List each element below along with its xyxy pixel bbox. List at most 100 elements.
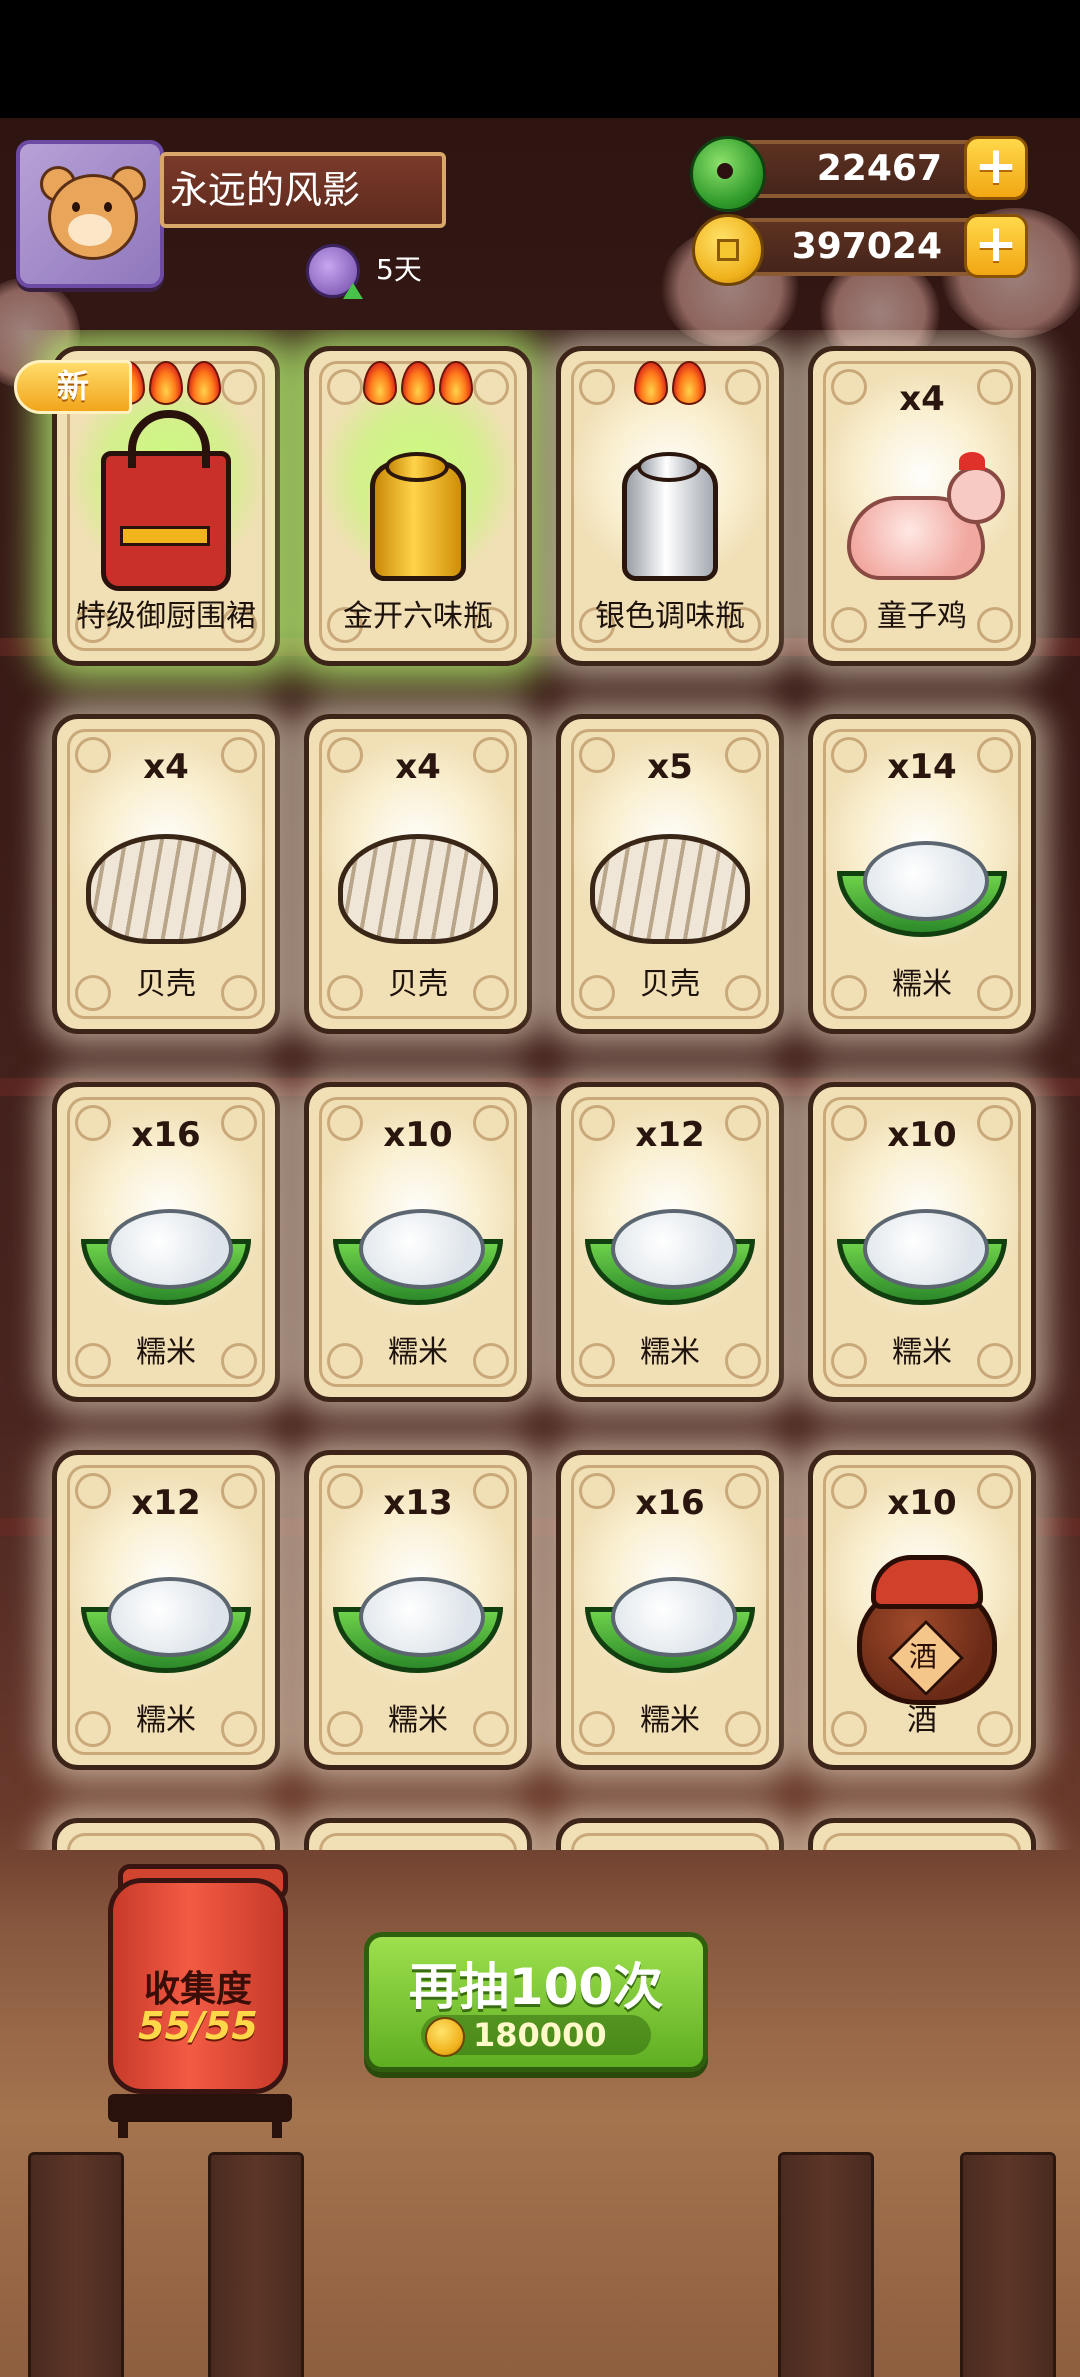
item-name: 酒 (907, 1703, 937, 1738)
item-name: 贝壳 (388, 967, 448, 1002)
collection-progress: 55/55 (138, 2004, 258, 2048)
item-card[interactable]: x10 酒酒 (808, 1450, 1036, 1770)
wine-jar-icon: 酒 (857, 1555, 997, 1705)
coin-icon (425, 2017, 465, 2057)
item-card[interactable]: x10 糯米 (808, 1082, 1036, 1402)
flame-icon (363, 361, 397, 405)
flame-icon (187, 361, 221, 405)
rarity-flames (561, 361, 779, 409)
item-card-partial[interactable] (304, 1818, 532, 1850)
item-card[interactable]: x14 糯米 (808, 714, 1036, 1034)
coin-amount: 397024 (791, 226, 942, 267)
item-card[interactable]: x12 糯米 (556, 1082, 784, 1402)
item-card[interactable]: x12 糯米 (52, 1450, 280, 1770)
item-card-partial[interactable] (556, 1818, 784, 1850)
lantern-leg (118, 2112, 128, 2138)
item-name: 童子鸡 (877, 599, 967, 634)
item-count: x16 (131, 1115, 201, 1155)
flame-icon (401, 361, 435, 405)
item-name: 糯米 (388, 1335, 448, 1370)
item-card[interactable]: x13 糯米 (304, 1450, 532, 1770)
item-count: x4 (395, 747, 441, 787)
item-count: x10 (887, 1115, 957, 1155)
rice-icon (585, 1209, 755, 1305)
draw-again-button[interactable]: 再抽100次 180000 (364, 1932, 708, 2072)
item-count: x5 (647, 747, 693, 787)
item-card[interactable]: x10 糯米 (304, 1082, 532, 1402)
item-name: 糯米 (640, 1703, 700, 1738)
item-card[interactable]: x16 糯米 (52, 1082, 280, 1402)
add-jade-button[interactable]: + (964, 136, 1028, 200)
chicken-icon (847, 452, 1005, 580)
item-name: 糯米 (388, 1703, 448, 1738)
item-name: 特级御厨围裙 (76, 599, 256, 634)
draw-button-label: 再抽100次 (408, 1958, 664, 2016)
item-name: 金开六味瓶 (343, 599, 493, 634)
silver-shaker-icon (622, 452, 718, 581)
item-card[interactable]: 银色调味瓶 (556, 346, 784, 666)
item-card[interactable]: x4 贝壳 (52, 714, 280, 1034)
item-card-partial[interactable] (52, 1818, 280, 1850)
bear-eye-icon (72, 202, 80, 212)
item-card[interactable]: x5 贝壳 (556, 714, 784, 1034)
wine-tag-text: 酒 (908, 1640, 937, 1673)
rarity-flames (309, 361, 527, 409)
card-grid: 特级御厨围裙 金开六味瓶 银色调味瓶 x4 童子鸡 x4 贝壳 x4 贝壳 x5 贝壳 x14 糯米 x1… (0, 330, 1080, 1850)
item-card-partial[interactable] (808, 1818, 1036, 1850)
item-count: x10 (383, 1115, 453, 1155)
new-badge: 新 (14, 360, 132, 414)
player-name: 永远的风影 (170, 168, 361, 212)
jade-icon (690, 136, 766, 212)
apron-icon (101, 410, 231, 591)
status-bar (0, 0, 1080, 118)
item-name: 糯米 (136, 1335, 196, 1370)
coin-icon (692, 214, 764, 286)
clam-icon (590, 834, 750, 944)
game-screen: 永远的风影 5天 22467 + 397024 + 特级御厨围裙 金开六味瓶 银色调… (0, 0, 1080, 2377)
item-card[interactable]: x16 糯米 (556, 1450, 784, 1770)
item-name: 贝壳 (136, 967, 196, 1002)
bear-eye-icon (104, 202, 112, 212)
rice-icon (81, 1577, 251, 1673)
item-name: 糯米 (136, 1703, 196, 1738)
item-count: x14 (887, 747, 957, 787)
item-name: 糯米 (892, 967, 952, 1002)
item-count: x10 (887, 1483, 957, 1523)
item-count: x12 (635, 1115, 705, 1155)
player-avatar[interactable] (16, 140, 164, 288)
lantern-leg (272, 2112, 282, 2138)
rice-icon (837, 841, 1007, 937)
rice-icon (81, 1209, 251, 1305)
level-up-icon (306, 244, 363, 299)
add-coins-button[interactable]: + (964, 214, 1028, 278)
flame-icon (672, 361, 706, 405)
item-count: x4 (143, 747, 189, 787)
item-name: 银色调味瓶 (595, 599, 745, 634)
bear-muzzle-icon (68, 214, 112, 246)
item-name: 贝壳 (640, 967, 700, 1002)
jade-amount: 22467 (816, 148, 942, 189)
rice-icon (585, 1577, 755, 1673)
player-name-box[interactable]: 永远的风影 (160, 152, 446, 228)
item-name: 糯米 (640, 1335, 700, 1370)
item-count: x4 (899, 379, 945, 419)
rice-icon (333, 1577, 503, 1673)
clam-icon (86, 834, 246, 944)
item-name: 糯米 (892, 1335, 952, 1370)
draw-cost: 180000 (473, 2016, 607, 2054)
item-card[interactable]: x4 贝壳 (304, 714, 532, 1034)
rice-icon (837, 1209, 1007, 1305)
flame-icon (149, 361, 183, 405)
item-count: x13 (383, 1483, 453, 1523)
days-counter: 5天 (376, 253, 422, 286)
item-card[interactable]: x4 童子鸡 (808, 346, 1036, 666)
item-card[interactable]: 金开六味瓶 (304, 346, 532, 666)
item-count: x16 (635, 1483, 705, 1523)
item-count: x12 (131, 1483, 201, 1523)
flame-icon (634, 361, 668, 405)
gold-shaker-icon (370, 452, 466, 581)
flame-icon (439, 361, 473, 405)
rice-icon (333, 1209, 503, 1305)
clam-icon (338, 834, 498, 944)
lantern-stand (108, 2094, 292, 2122)
